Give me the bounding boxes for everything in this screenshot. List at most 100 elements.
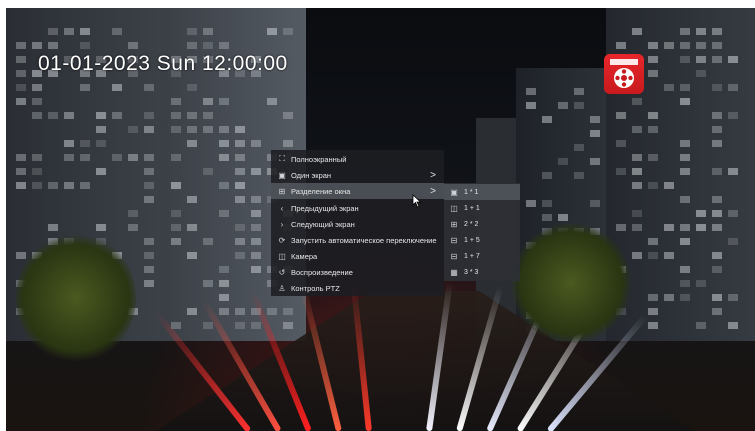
building-window — [80, 154, 90, 161]
building-window — [80, 182, 90, 189]
building-window — [590, 158, 600, 165]
building-window — [16, 70, 26, 77]
building-window — [187, 308, 197, 315]
menu-item-next-screen[interactable]: › Следующий экран — [271, 216, 444, 232]
building-window — [203, 168, 213, 175]
split-window-icon: ⊞ — [278, 186, 286, 196]
building-window — [235, 252, 245, 259]
building-window — [144, 84, 154, 91]
building-window — [187, 112, 197, 119]
menu-item-fullscreen[interactable]: ⛶ Полноэкранный — [271, 151, 444, 167]
building-window — [48, 28, 58, 35]
menu-item-playback[interactable]: ↺ Воспроизведение — [271, 264, 444, 280]
building-window — [648, 308, 658, 315]
building-window — [235, 168, 245, 175]
building-window — [235, 308, 245, 315]
building-window — [171, 182, 181, 189]
layout-option-1plus1[interactable]: ◫ 1 + 1 — [444, 200, 520, 216]
building-window — [64, 182, 74, 189]
building-window — [728, 238, 738, 245]
layout-3x3-icon: ▦ — [450, 267, 458, 277]
building-window — [648, 126, 658, 133]
building-window — [16, 98, 26, 105]
building-window — [712, 252, 722, 259]
building-window — [632, 28, 642, 35]
building-window — [187, 224, 197, 231]
building-window — [616, 112, 626, 119]
menu-item-ptz-control[interactable]: ♙ Контроль PTZ — [271, 280, 444, 296]
building-window — [144, 238, 154, 245]
building-window — [664, 182, 674, 189]
playback-icon: ↺ — [278, 267, 286, 277]
building-window — [712, 42, 722, 49]
building-window — [680, 98, 690, 105]
building-window — [680, 280, 690, 287]
building-window — [616, 140, 626, 147]
building-window — [219, 126, 229, 133]
building-window — [680, 140, 690, 147]
layout-option-1plus7[interactable]: ⊟ 1 + 7 — [444, 248, 520, 264]
layout-option-2x2[interactable]: ⊞ 2 * 2 — [444, 216, 520, 232]
building-window — [728, 322, 738, 329]
building-window — [16, 84, 26, 91]
layout-option-1plus5[interactable]: ⊟ 1 + 5 — [444, 232, 520, 248]
building-window — [144, 112, 154, 119]
timestamp-overlay: 01-01-2023 Sun 12:00:00 — [38, 52, 288, 75]
menu-item-auto-switch[interactable]: ⟳ Запустить автоматическое переключение — [271, 232, 444, 248]
building-window — [171, 126, 181, 133]
building-window — [680, 196, 690, 203]
building-window — [32, 168, 42, 175]
building-window — [144, 168, 154, 175]
building-window — [48, 42, 58, 49]
building-window — [112, 112, 122, 119]
building-window — [712, 112, 722, 119]
building-window — [542, 116, 552, 123]
building-window — [251, 196, 261, 203]
building-window — [251, 210, 261, 217]
building-window — [32, 112, 42, 119]
building-window — [144, 280, 154, 287]
building-window — [235, 196, 245, 203]
building-window — [680, 28, 690, 35]
building-window — [728, 112, 738, 119]
building-window — [251, 266, 261, 273]
building-window — [712, 84, 722, 91]
building-window — [128, 224, 138, 231]
building-window — [526, 200, 536, 207]
layout-1plus1-icon: ◫ — [450, 203, 458, 213]
building-window — [96, 112, 106, 119]
building-window — [96, 126, 106, 133]
building-window — [648, 112, 658, 119]
building-window — [112, 154, 122, 161]
menu-item-single-screen[interactable]: ▣ Один экран > — [271, 167, 444, 183]
building-window — [680, 238, 690, 245]
building-window — [616, 42, 626, 49]
building-window — [632, 182, 642, 189]
menu-item-camera[interactable]: ◫ Камера — [271, 248, 444, 264]
building-window — [48, 224, 58, 231]
building-window — [219, 210, 229, 217]
building-window — [16, 168, 26, 175]
building-window — [128, 210, 138, 217]
building-window — [664, 84, 674, 91]
building-window — [648, 182, 658, 189]
building-window — [648, 252, 658, 259]
building-window — [219, 182, 229, 189]
building-window — [16, 252, 26, 259]
split-window-submenu: ▣ 1 * 1 ◫ 1 + 1 ⊞ 2 * 2 ⊟ 1 + 5 ⊟ 1 + 7 … — [444, 183, 520, 281]
building-window — [171, 224, 181, 231]
building-window — [144, 266, 154, 273]
building-window — [616, 168, 626, 175]
building-window — [267, 308, 277, 315]
building-window — [32, 98, 42, 105]
building-window — [696, 224, 706, 231]
building-window — [96, 224, 106, 231]
layout-option-3x3[interactable]: ▦ 3 * 3 — [444, 264, 520, 280]
building-window — [696, 322, 706, 329]
building-window — [203, 98, 213, 105]
layout-1plus5-icon: ⊟ — [450, 235, 458, 245]
building-window — [32, 42, 42, 49]
building-window — [728, 168, 738, 175]
layout-option-1x1[interactable]: ▣ 1 * 1 — [444, 184, 520, 200]
building-window — [632, 210, 642, 217]
